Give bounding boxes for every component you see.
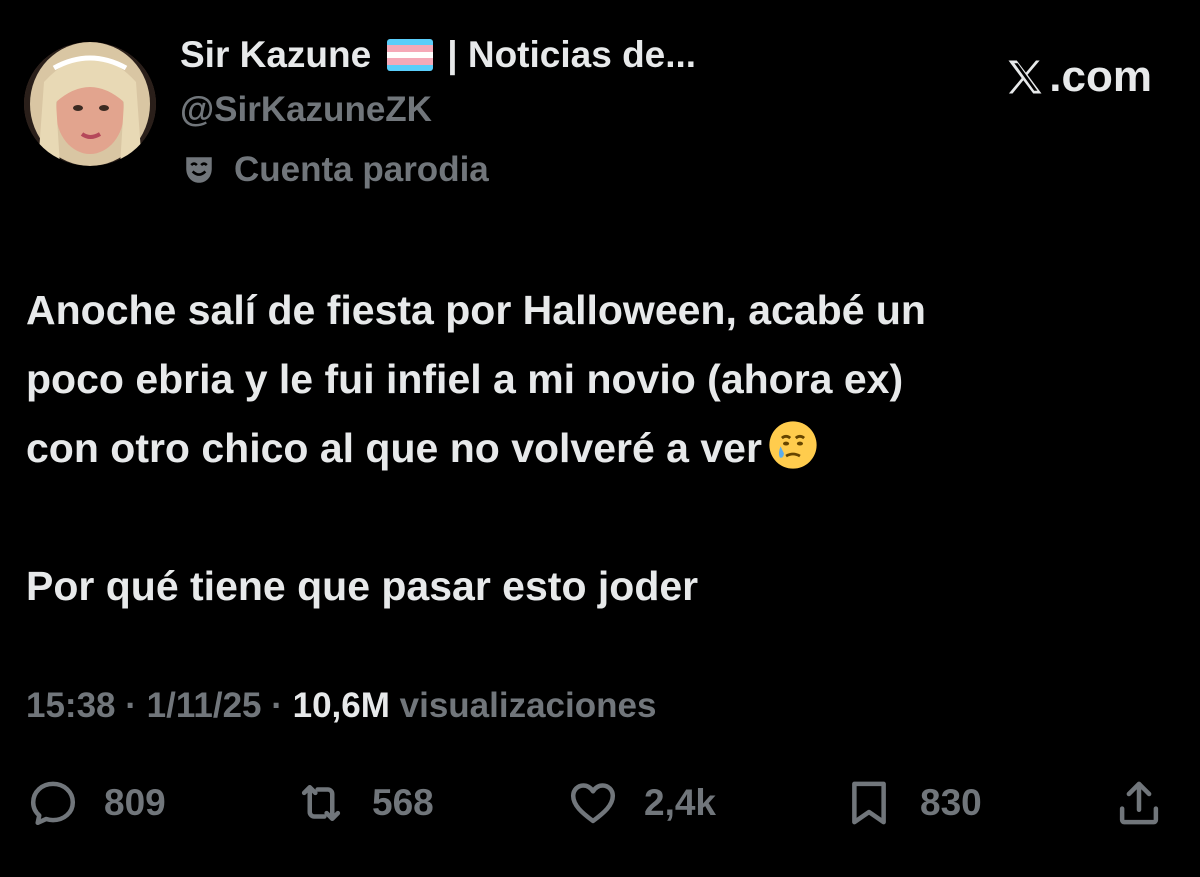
x-brand: .com — [1003, 52, 1152, 102]
tweet-time[interactable]: 15:38 — [26, 686, 116, 725]
flag-stripe — [387, 64, 434, 71]
bookmark-icon — [852, 781, 886, 825]
repost-icon — [301, 785, 341, 821]
meta-separator: · — [271, 686, 283, 725]
meta-separator: · — [125, 686, 137, 725]
repost-count: 568 — [372, 782, 434, 823]
tweet-date[interactable]: 1/11/25 — [147, 686, 262, 725]
like-count: 2,4k — [644, 782, 717, 823]
tweet-line: poco ebria y le fui infiel a mi novio (a… — [26, 356, 904, 402]
avatar[interactable] — [24, 42, 156, 166]
parody-badge: Cuenta parodia — [182, 150, 489, 190]
tweet-meta: 15:38 · 1/11/25 · 10,6M visualizaciones — [26, 686, 656, 726]
bookmark-button[interactable]: 830 — [842, 776, 982, 830]
tweet-line: Por qué tiene que pasar esto joder — [26, 563, 699, 609]
tweet-actions: 809 568 2,4k 830 — [26, 776, 1166, 836]
x-logo-icon — [1008, 60, 1042, 94]
reply-icon — [30, 781, 76, 826]
author-display-name[interactable]: Sir Kazune | Noticias de... — [180, 34, 696, 76]
like-button[interactable]: 2,4k — [566, 776, 716, 830]
face-holding-back-tears-icon — [769, 421, 817, 469]
tweet-line: Anoche salí de fiesta por Halloween, aca… — [26, 287, 926, 333]
parody-mask-icon — [186, 157, 212, 183]
reply-count: 809 — [104, 782, 166, 823]
avatar-image — [24, 42, 156, 166]
share-icon — [1119, 781, 1159, 825]
tweet-text: Anoche salí de fiesta por Halloween, aca… — [26, 276, 1176, 621]
share-button[interactable] — [1112, 776, 1166, 830]
brand-label: .com — [1049, 52, 1152, 101]
parody-label: Cuenta parodia — [234, 150, 489, 189]
heart-icon — [570, 783, 616, 824]
views-label: visualizaciones — [399, 686, 657, 725]
author-name-suffix: | Noticias de... — [447, 34, 697, 75]
tweet-line: con otro chico al que no volveré a ver — [26, 425, 762, 471]
author-name: Sir Kazune — [180, 34, 372, 75]
trans-flag-icon — [387, 39, 434, 71]
repost-button[interactable]: 568 — [294, 776, 434, 830]
author-handle[interactable]: @SirKazuneZK — [180, 90, 432, 130]
reply-button[interactable]: 809 — [26, 776, 166, 830]
bookmark-count: 830 — [920, 782, 982, 823]
tweet-line-with-emoji: con otro chico al que no volveré a ver — [26, 414, 1176, 483]
views-count: 10,6M — [292, 686, 390, 725]
